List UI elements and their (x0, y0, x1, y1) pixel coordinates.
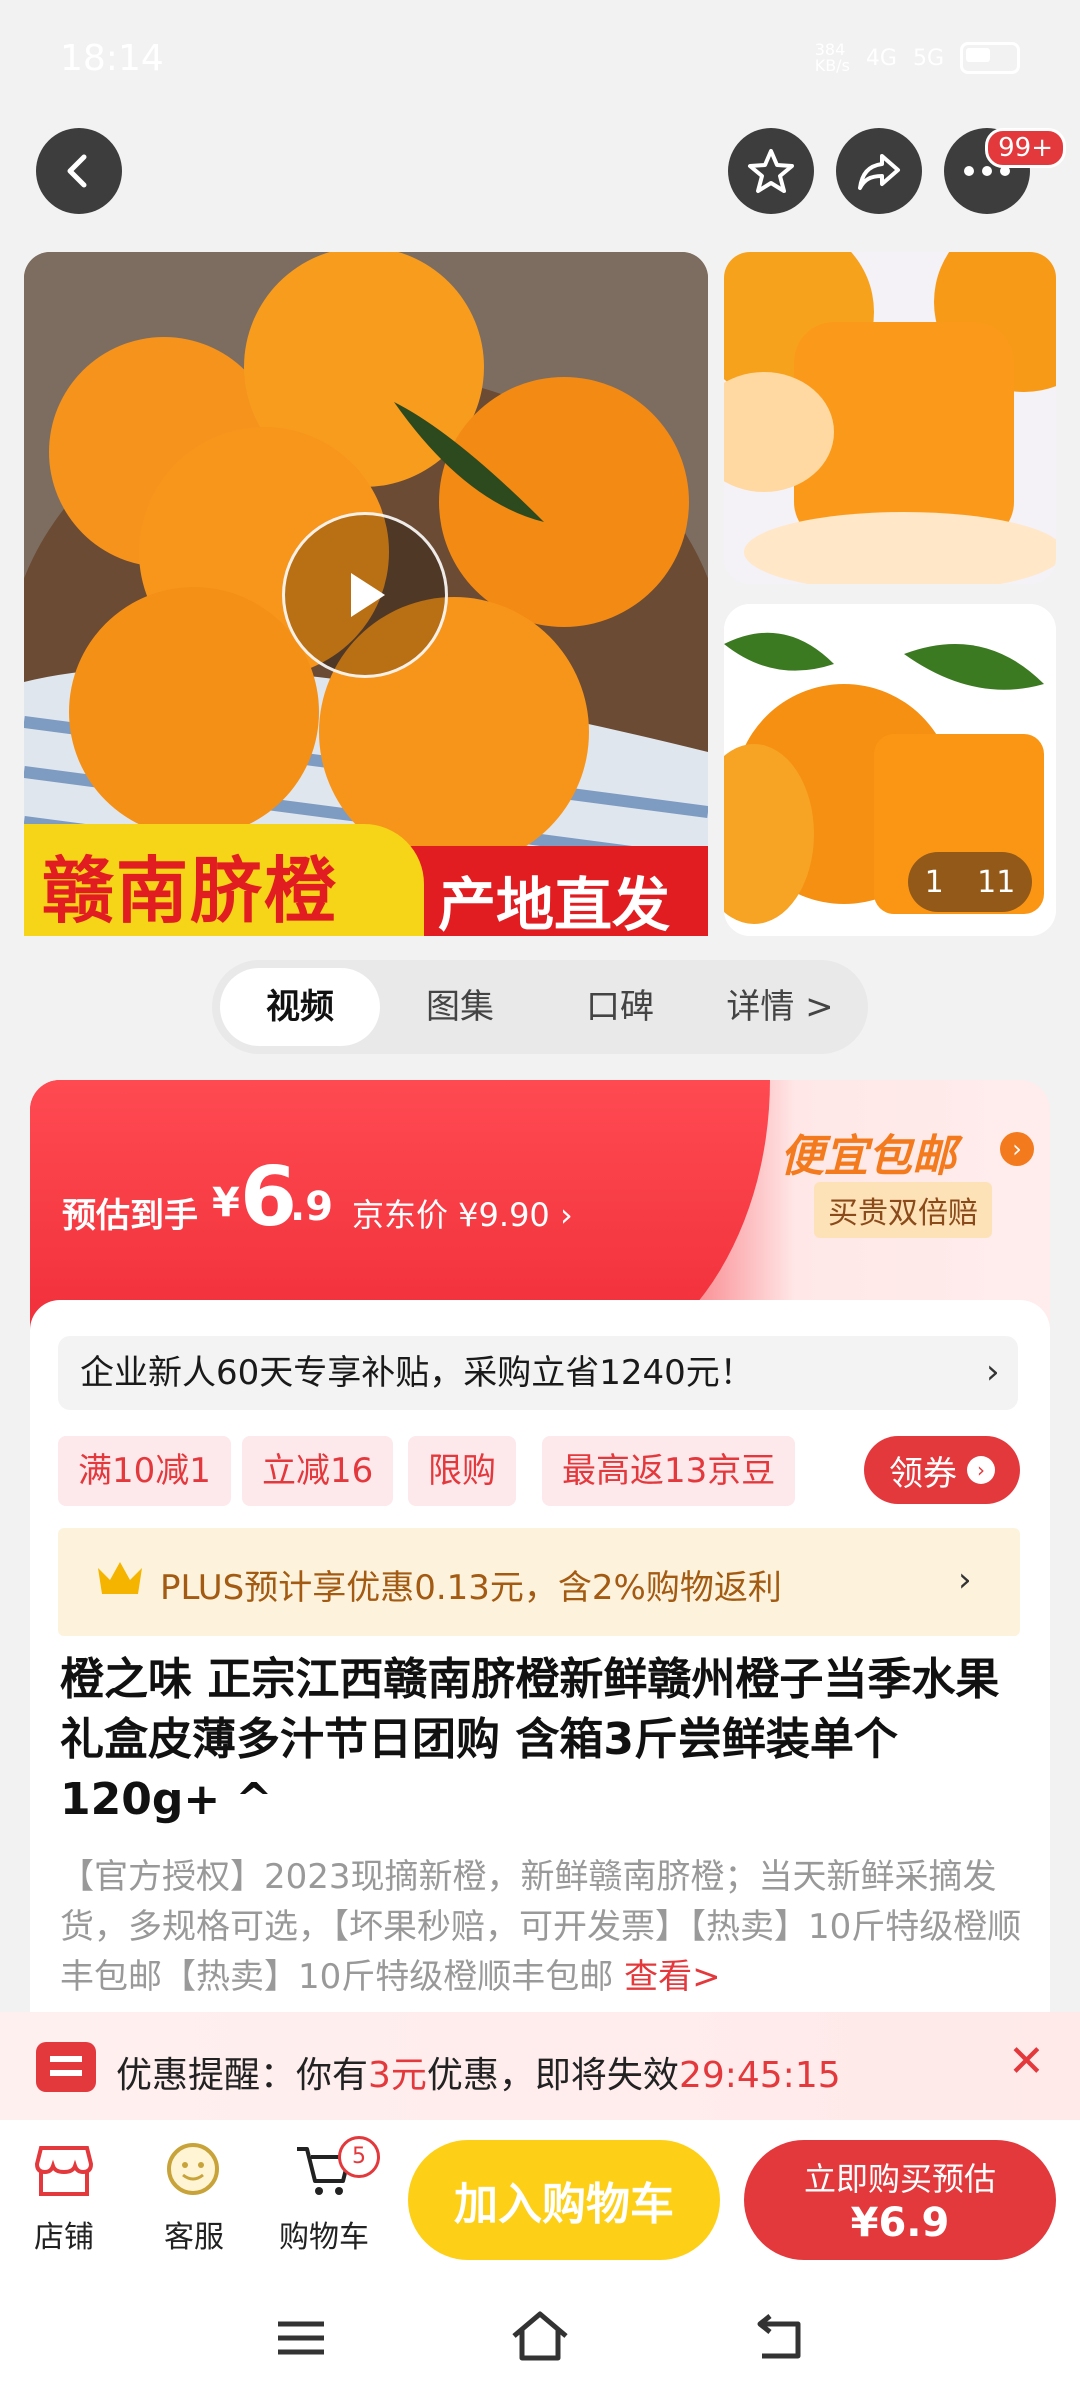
media-tabs: 视频 图集 口碑 详情 > (212, 960, 868, 1054)
gallery-thumb-1[interactable] (724, 252, 1056, 584)
promo-tag[interactable]: 最高返13京豆 (542, 1436, 796, 1506)
signal-5g: 5G (912, 45, 944, 71)
buy-now-button[interactable]: 立即购买预估 ¥6.9 (744, 2140, 1056, 2260)
tab-reviews[interactable]: 口碑 (540, 968, 700, 1046)
plus-discount-text: PLUS预计享优惠0.13元，含2%购物返利 (160, 1568, 782, 1608)
banner-title: 赣南脐橙 (42, 849, 339, 933)
cart-count-badge: 5 (338, 2136, 380, 2178)
price-guarantee-badge: 买贵双倍赔 (814, 1182, 992, 1238)
status-time: 18:14 (60, 38, 164, 79)
cheap-shipping-label[interactable]: 便宜包邮 (780, 1120, 956, 1184)
reminder-prefix: 优惠提醒：你有 (116, 2055, 369, 2096)
cart-label: 购物车 (279, 2220, 369, 2255)
jd-price-link[interactable]: 京东价 ¥9.90 › (352, 1190, 573, 1236)
store-icon (34, 2146, 94, 2196)
product-title: 橙之味 正宗江西赣南脐橙新鲜赣州橙子当季水果礼盒皮薄多汁节日团购 含箱3斤尝鲜装… (60, 1654, 1000, 1825)
banner-subtitle: 产地直发 (438, 871, 671, 939)
promo-tag[interactable]: 满10减1 (58, 1436, 231, 1506)
reminder-countdown: 29:45:15 (678, 2055, 841, 2096)
reminder-middle: 优惠，即将失效 (426, 2055, 679, 2096)
status-icons: 384 KB/s 4G 5G (815, 42, 1020, 74)
star-icon (748, 149, 794, 193)
store-button[interactable]: 店铺 (4, 2136, 124, 2256)
back-nav-icon[interactable] (752, 2314, 804, 2360)
get-coupon-button[interactable]: 领券 › (864, 1436, 1020, 1504)
close-icon[interactable]: ✕ (1008, 2036, 1045, 2087)
orange-peeled-image (724, 252, 1056, 584)
tab-video[interactable]: 视频 (220, 968, 380, 1046)
buy-now-label: 立即购买预估 (803, 2160, 996, 2198)
store-label: 店铺 (34, 2220, 94, 2255)
price-yen-symbol: ¥ (212, 1180, 240, 1226)
tab-gallery[interactable]: 图集 (380, 968, 540, 1046)
product-description: 【官方授权】2023现摘新橙，新鲜赣南脐橙；当天新鲜采摘发货，多规格可选，【坏果… (60, 1852, 1030, 2002)
share-icon (858, 154, 900, 190)
battery-icon (960, 42, 1020, 74)
back-button[interactable] (36, 128, 122, 214)
signal-4g: 4G (865, 45, 897, 71)
home-icon[interactable] (510, 2310, 570, 2362)
chevron-right-icon: › (958, 1560, 972, 1600)
customer-service-button[interactable]: 客服 (134, 2136, 254, 2256)
promo-tag[interactable]: 立减16 (242, 1436, 394, 1506)
gallery-page-counter: 1 11 (908, 852, 1032, 912)
reminder-amount: 3元 (368, 2055, 427, 2096)
crown-icon (98, 1562, 142, 1594)
chevron-right-icon[interactable]: › (1000, 1132, 1034, 1166)
promo-tag[interactable]: 限购 (408, 1436, 516, 1506)
chevron-left-icon (67, 154, 87, 188)
price-decimal: .9 (290, 1184, 334, 1230)
view-more-link[interactable]: 查看> (624, 1957, 721, 1997)
customer-service-label: 客服 (164, 2220, 224, 2255)
price-estimate-label: 预估到手 (62, 1196, 198, 1236)
coupon-icon (36, 2042, 96, 2092)
chevron-right-icon: › (986, 1352, 1000, 1392)
tab-details[interactable]: 详情 > (700, 968, 860, 1046)
menu-icon[interactable] (276, 2318, 326, 2358)
chevron-right-icon: › (967, 1456, 995, 1484)
coupon-label: 领券 (889, 1453, 957, 1494)
add-to-cart-button[interactable]: 加入购物车 (408, 2140, 720, 2260)
play-video-button[interactable] (282, 512, 448, 678)
counter-total: 11 (977, 864, 1016, 900)
play-icon (351, 573, 385, 617)
reminder-text: 优惠提醒：你有3元优惠，即将失效29:45:15 (116, 2046, 841, 2098)
customer-service-icon (167, 2143, 219, 2195)
favorite-button[interactable] (728, 128, 814, 214)
price-integer: 6 (240, 1150, 298, 1245)
counter-current: 1 (924, 864, 944, 900)
product-description-text: 【官方授权】2023现摘新橙，新鲜赣南脐橙；当天新鲜采摘发货，多规格可选，【坏果… (60, 1857, 1022, 1997)
new-user-subsidy-bar[interactable]: 企业新人60天专享补贴，采购立省1240元！ (58, 1336, 1018, 1410)
net-speed: 384 KB/s (814, 40, 850, 75)
buy-now-price: ¥6.9 (850, 2200, 950, 2246)
message-badge: 99+ (985, 128, 1066, 168)
share-button[interactable] (836, 128, 922, 214)
